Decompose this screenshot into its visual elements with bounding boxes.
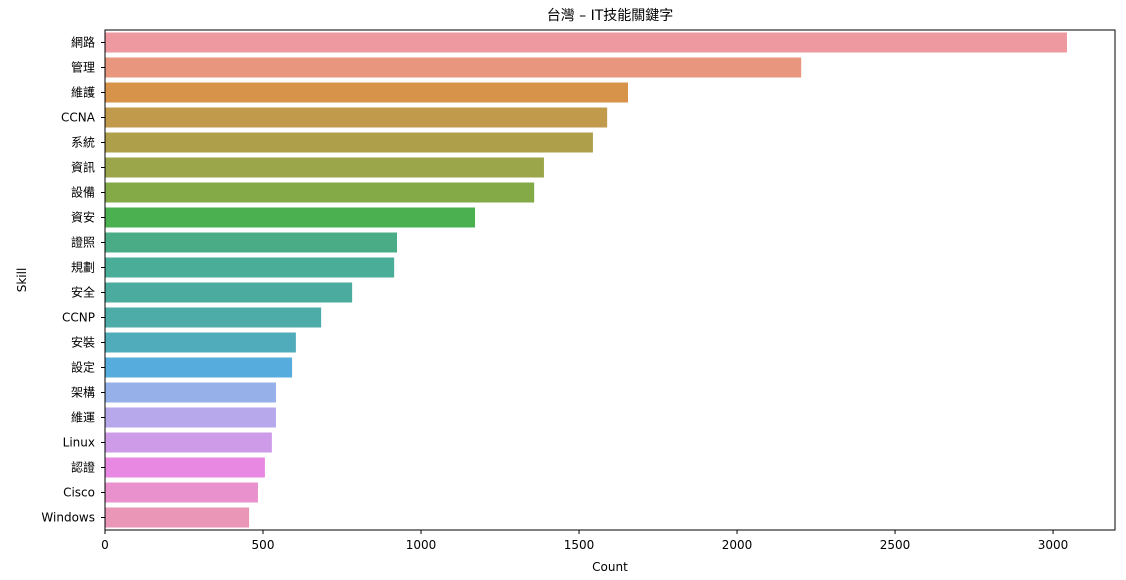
bar-10	[105, 282, 353, 303]
chart-title: 台灣 – IT技能關鍵字	[547, 8, 674, 24]
y-tick-label: CCNA	[61, 111, 96, 125]
bar-9	[105, 257, 395, 278]
bar-16	[105, 432, 272, 453]
x-tick-label: 2000	[722, 538, 753, 552]
y-tick-label: 規劃	[71, 260, 95, 275]
bar-1	[105, 57, 802, 78]
y-tick-label: 安裝	[71, 335, 95, 350]
y-tick-label: 證照	[71, 235, 95, 250]
bars-group	[105, 32, 1067, 528]
y-tick-label: 資安	[71, 210, 95, 225]
bar-0	[105, 32, 1067, 53]
x-tick-label: 1500	[564, 538, 595, 552]
y-tick-label: 安全	[71, 285, 95, 300]
y-tick-label: 設定	[71, 360, 95, 375]
y-tick-label: 網路	[71, 35, 95, 50]
bar-19	[105, 507, 250, 528]
bar-chart: 台灣 – IT技能關鍵字 網路管理維護 CCNA 系統資訊設備資安證照規劃安全 CCN…	[15, 8, 1116, 574]
y-tick-label: Linux	[63, 436, 95, 450]
bar-3	[105, 107, 608, 128]
y-tick-label: 設備	[71, 185, 95, 200]
x-tick-label: 500	[252, 538, 275, 552]
y-tick-label: 管理	[71, 60, 95, 75]
y-tick-label: 資訊	[71, 160, 95, 175]
bar-2	[105, 82, 629, 103]
y-tick-label: 系統	[71, 136, 95, 150]
y-tick-label: 維護	[71, 85, 95, 100]
bar-13	[105, 357, 293, 378]
bar-7	[105, 207, 476, 228]
x-axis-label: Count	[592, 560, 628, 574]
x-tick-label: 0	[101, 538, 109, 552]
y-tick-label: 認證	[71, 460, 95, 475]
bar-15	[105, 407, 276, 428]
bar-5	[105, 157, 544, 178]
bar-17	[105, 457, 265, 478]
y-tick-label: 維運	[71, 411, 95, 425]
y-tick-label: Cisco	[63, 486, 95, 500]
y-tick-label: Windows	[41, 511, 95, 525]
bar-14	[105, 382, 276, 403]
bar-8	[105, 232, 398, 253]
x-tick-label: 1000	[406, 538, 437, 552]
x-tick-label: 3000	[1038, 538, 1069, 552]
y-tick-label: CCNP	[62, 311, 95, 325]
y-axis-ticks: 網路管理維護 CCNA 系統資訊設備資安證照規劃安全 CCNP 安裝設定架構維運 Linu…	[41, 35, 105, 525]
y-axis-label: Skill	[15, 268, 29, 293]
bar-11	[105, 307, 322, 328]
y-tick-label: 架構	[71, 386, 95, 400]
bar-12	[105, 332, 296, 353]
axes-frame	[104, 29, 1116, 531]
bar-4	[105, 132, 593, 153]
bar-18	[105, 482, 258, 503]
bar-6	[105, 182, 535, 203]
x-axis-ticks: 0 500 1000 1500 2000 2500 3000	[101, 530, 1068, 552]
x-tick-label: 2500	[880, 538, 911, 552]
